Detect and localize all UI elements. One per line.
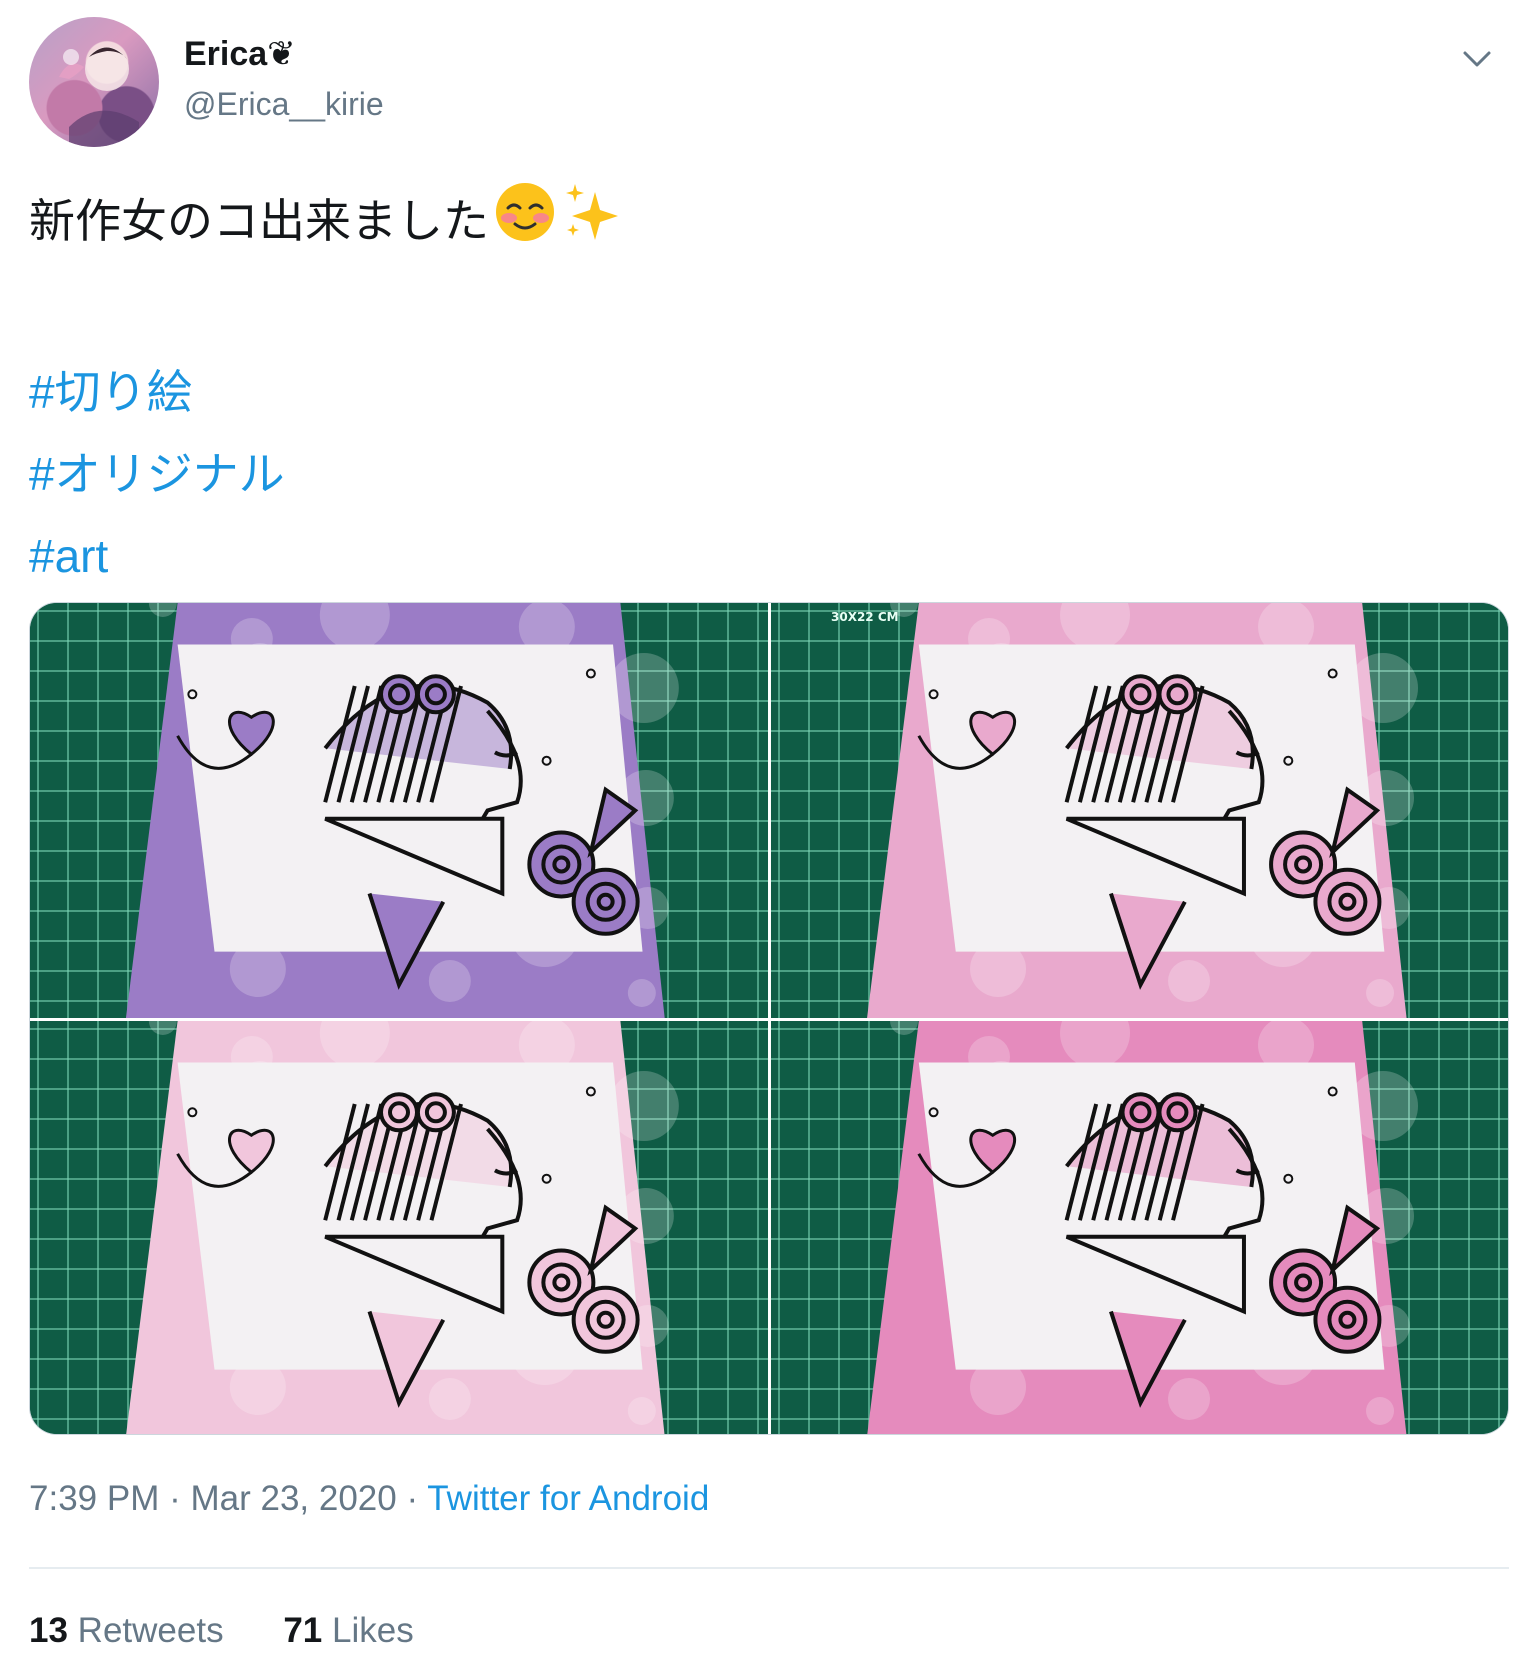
tweet-stats: 13 Retweets 71 Likes bbox=[29, 1606, 464, 1656]
handle[interactable]: @Erica__kirie bbox=[184, 81, 384, 127]
sparkles-emoji bbox=[561, 180, 625, 269]
likes-count: 71 bbox=[283, 1611, 323, 1650]
tweet-date[interactable]: Mar 23, 2020 bbox=[190, 1479, 396, 1518]
hashtag-link[interactable]: #オリジナル bbox=[29, 448, 285, 500]
retweets-label: Retweets bbox=[77, 1611, 224, 1650]
chevron-down-icon bbox=[1463, 51, 1491, 67]
hashtag-line: #オリジナル bbox=[29, 433, 1509, 515]
more-options-button[interactable] bbox=[1453, 35, 1501, 83]
photo-1[interactable] bbox=[30, 603, 768, 1018]
tweet-source-link[interactable]: Twitter for Android bbox=[427, 1479, 709, 1518]
hashtag-link[interactable]: #切り絵 bbox=[29, 366, 193, 418]
photo-4[interactable] bbox=[771, 1021, 1508, 1434]
tweet-meta: 7:39 PM · Mar 23, 2020 · Twitter for And… bbox=[29, 1474, 709, 1524]
photo-pink-blossom-background: 30X22 CM bbox=[771, 603, 1508, 1018]
photo-3[interactable] bbox=[30, 1021, 768, 1434]
mat-size-label: 30X22 CM bbox=[831, 610, 899, 624]
tweet-text: 新作女のコ出来ました bbox=[29, 195, 489, 247]
hashtag-line: #art bbox=[29, 515, 1509, 597]
photo-purple-background bbox=[30, 603, 768, 1018]
tweet-time[interactable]: 7:39 PM bbox=[29, 1479, 159, 1518]
meta-separator: · bbox=[406, 1479, 419, 1518]
divider bbox=[29, 1567, 1509, 1569]
photo-2[interactable]: 30X22 CM bbox=[771, 603, 1508, 1018]
photo-magenta-blossom-background bbox=[771, 1021, 1508, 1434]
tweet-text-line: 新作女のコ出来ました bbox=[29, 180, 1509, 269]
retweets-stat[interactable]: 13 Retweets bbox=[29, 1606, 224, 1656]
tweet-body: 新作女のコ出来ました #切り絵 #オリジナル #art bbox=[29, 180, 1509, 597]
display-name[interactable]: Erica❦ bbox=[184, 31, 384, 77]
media-grid: 30X22 CM bbox=[29, 602, 1509, 1435]
likes-stat[interactable]: 71 Likes bbox=[283, 1606, 413, 1656]
retweets-count: 13 bbox=[29, 1611, 68, 1650]
hashtag-link[interactable]: #art bbox=[29, 530, 108, 582]
hashtag-line: #切り絵 bbox=[29, 351, 1509, 433]
photo-pink-bunnies-background bbox=[30, 1021, 768, 1434]
tweet-header: Erica❦ @Erica__kirie bbox=[29, 17, 1509, 147]
likes-label: Likes bbox=[331, 1611, 414, 1650]
meta-separator: · bbox=[169, 1479, 181, 1518]
avatar[interactable] bbox=[29, 17, 159, 147]
smiling-face-with-blush-emoji bbox=[493, 180, 557, 269]
author-names: Erica❦ @Erica__kirie bbox=[184, 31, 384, 127]
